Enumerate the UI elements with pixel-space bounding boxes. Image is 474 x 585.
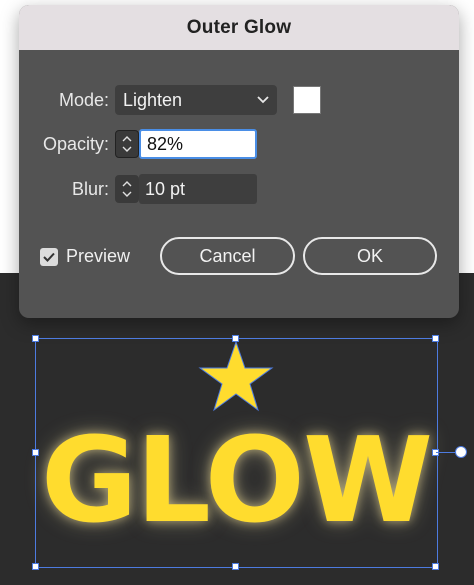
resize-handle-bottom-left[interactable] [32,563,39,570]
resize-handle-left[interactable] [32,449,39,456]
dialog-title: Outer Glow [19,5,459,50]
opacity-label: Opacity: [42,133,109,154]
ok-button[interactable]: OK [303,237,437,275]
blur-label: Blur: [71,178,109,199]
mode-row: Mode: Lighten [19,85,321,115]
blur-stepper[interactable] [115,175,139,203]
stepper-arrows-icon [122,181,132,197]
preview-checkbox[interactable] [40,247,58,266]
resize-handle-top[interactable] [232,335,239,342]
resize-handle-bottom[interactable] [232,563,239,570]
resize-handle-bottom-right[interactable] [432,563,439,570]
mode-label: Mode: [58,89,109,110]
mode-select[interactable]: Lighten [115,85,277,115]
rotation-handle[interactable] [455,446,467,458]
blur-input[interactable]: 10 pt [139,174,257,204]
blur-row: Blur: 10 pt [19,174,257,204]
stepper-arrows-icon [122,136,132,152]
chevron-down-icon [257,96,269,104]
cancel-button[interactable]: Cancel [160,237,295,275]
opacity-value: 82% [147,133,184,154]
resize-handle-top-right[interactable] [432,335,439,342]
glow-color-swatch[interactable] [293,86,321,114]
opacity-stepper[interactable] [115,130,139,158]
resize-handle-top-left[interactable] [32,335,39,342]
preview-label: Preview [66,246,131,266]
selection-bounding-box [35,338,438,568]
opacity-row: Opacity: 82% [19,129,257,159]
preview-toggle[interactable]: Preview [40,246,130,267]
blur-value: 10 pt [145,178,186,199]
outer-glow-dialog: Outer Glow Mode: Lighten Opacity: 82% Bl… [19,5,459,318]
checkmark-icon [43,252,55,262]
mode-select-value: Lighten [123,89,183,110]
opacity-input[interactable]: 82% [139,129,257,159]
